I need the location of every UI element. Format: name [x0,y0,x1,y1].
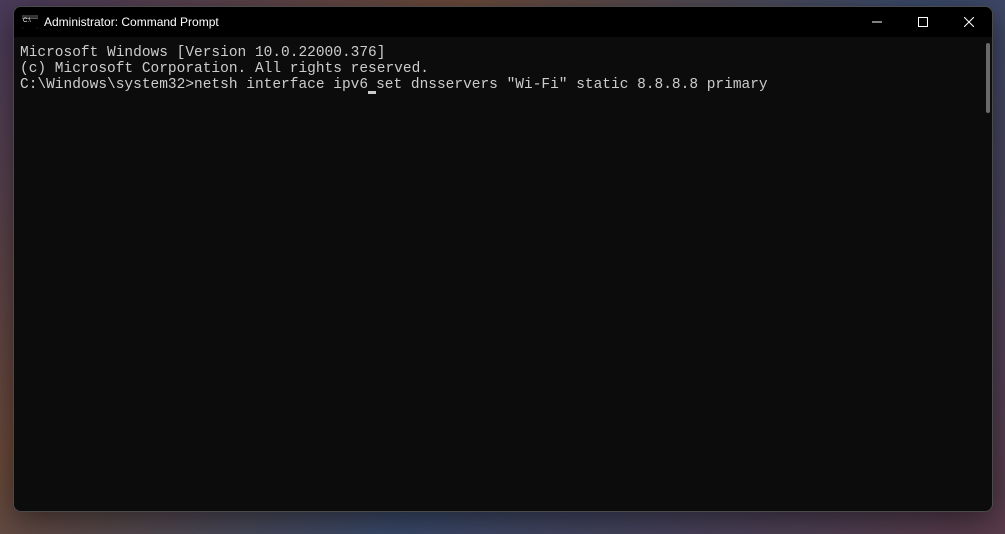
window-controls [854,7,992,37]
maximize-button[interactable] [900,7,946,37]
text-cursor [368,91,376,94]
command-text-after: set dnsservers "Wi-Fi" static 8.8.8.8 pr… [376,77,768,93]
terminal-content[interactable]: Microsoft Windows [Version 10.0.22000.37… [14,37,992,511]
command-text-before: netsh interface ipv6 [194,77,368,93]
terminal-output-line: Microsoft Windows [Version 10.0.22000.37… [20,45,986,61]
minimize-icon [872,17,882,27]
terminal-prompt-line: C:\Windows\system32>netsh interface ipv6… [20,77,986,93]
titlebar-left: C:\ Administrator: Command Prompt [22,15,219,29]
maximize-icon [918,17,928,27]
minimize-button[interactable] [854,7,900,37]
terminal-output-line: (c) Microsoft Corporation. All rights re… [20,61,986,77]
prompt-path: C:\Windows\system32> [20,77,194,93]
close-button[interactable] [946,7,992,37]
cmd-icon: C:\ [22,15,38,29]
command-prompt-window: C:\ Administrator: Command Prompt [13,6,993,512]
titlebar[interactable]: C:\ Administrator: Command Prompt [14,7,992,37]
scrollbar[interactable] [986,43,990,113]
window-title: Administrator: Command Prompt [44,15,219,29]
close-icon [964,17,974,27]
